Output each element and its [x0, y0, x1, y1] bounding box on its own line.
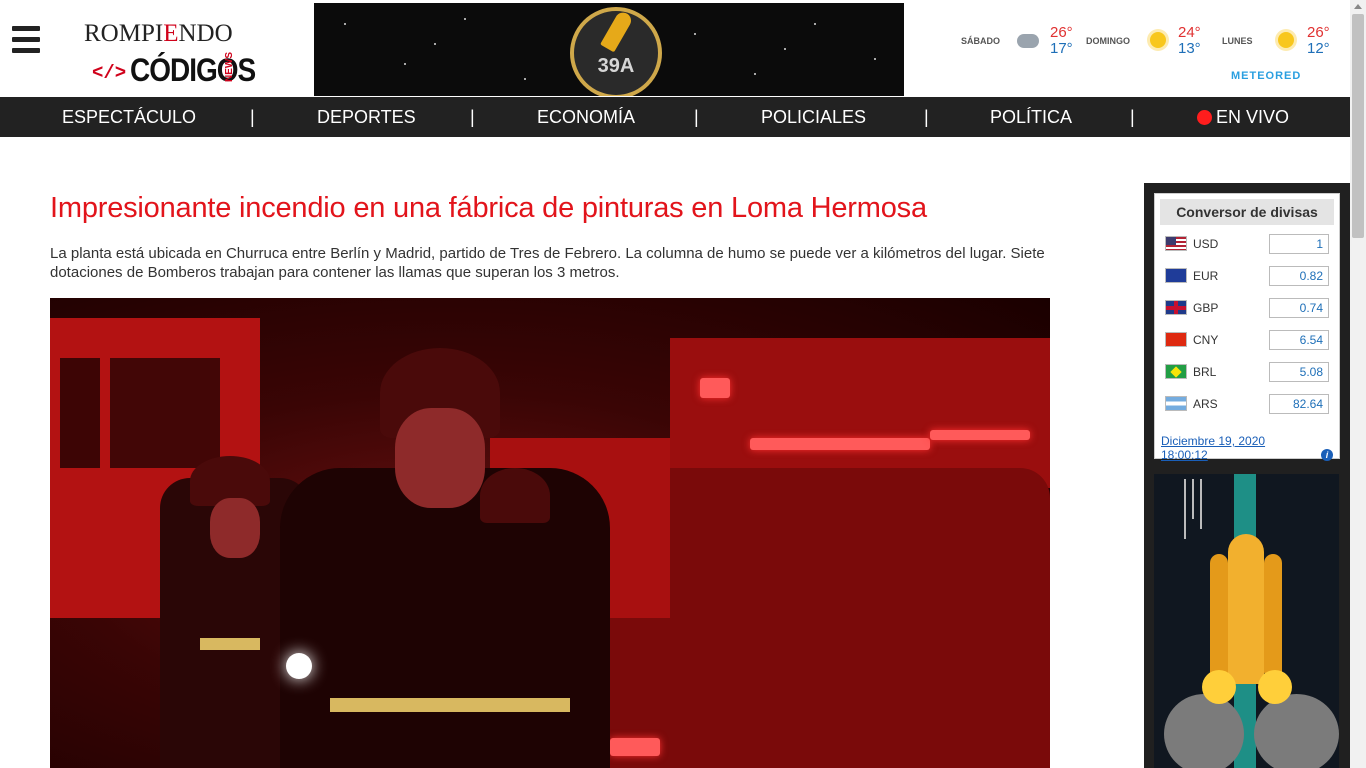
- logo-news: NEWS: [224, 52, 235, 82]
- currency-value-input[interactable]: 0.74: [1269, 298, 1329, 318]
- weather-widget[interactable]: SÁBADO 26° 17° DOMINGO 24° 13° LUNES 26°…: [955, 18, 1335, 88]
- page: ROMPIENDO </> CÓDIGOS NEWS 39A SÁBADO 26…: [0, 0, 1366, 768]
- nav-separator: |: [924, 107, 929, 127]
- nav-item-policiales[interactable]: POLICIALES: [761, 97, 866, 137]
- currency-converter: Conversor de divisas USD 1 EUR 0.82 GBP …: [1154, 193, 1340, 462]
- weather-day-1: SÁBADO: [961, 36, 1001, 46]
- nav-item-politica[interactable]: POLÍTICA: [990, 97, 1072, 137]
- site-logo[interactable]: ROMPIENDO </> CÓDIGOS NEWS: [82, 8, 256, 88]
- menu-icon[interactable]: [12, 26, 40, 56]
- logo-line2: CÓDIGOS: [130, 52, 256, 88]
- currency-row: EUR 0.82: [1165, 266, 1330, 286]
- logo-code-glyph: </>: [92, 62, 127, 84]
- currency-value-input[interactable]: 0.82: [1269, 266, 1329, 286]
- weather-low-3: 12°: [1307, 40, 1330, 57]
- currency-value-input[interactable]: 1: [1269, 234, 1329, 254]
- nav-separator: |: [250, 107, 255, 127]
- uk-flag-icon: [1165, 300, 1187, 315]
- currency-row: CNY 6.54: [1165, 330, 1330, 350]
- nav-separator: |: [1130, 107, 1135, 127]
- shuttle-icon: [1228, 534, 1264, 684]
- weather-high-1: 26°: [1050, 24, 1073, 41]
- currency-code: USD: [1193, 237, 1219, 251]
- converter-date-link[interactable]: Diciembre 19, 2020 18:00:12: [1161, 434, 1265, 462]
- nav-separator: |: [470, 107, 475, 127]
- nav-separator: |: [694, 107, 699, 127]
- currency-row: BRL 5.08: [1165, 362, 1330, 382]
- weather-high-3: 26°: [1307, 24, 1330, 41]
- currency-code: CNY: [1193, 333, 1219, 347]
- header-banner-ad[interactable]: 39A: [314, 3, 904, 96]
- nav-live-label: EN VIVO: [1216, 107, 1290, 127]
- badge-text: 39A: [597, 55, 635, 77]
- sun-icon: [1150, 28, 1172, 50]
- cn-flag-icon: [1165, 332, 1187, 347]
- flashlight: [286, 653, 312, 679]
- currency-code: EUR: [1193, 269, 1219, 283]
- currency-code: ARS: [1193, 397, 1218, 411]
- weather-high-2: 24°: [1178, 24, 1201, 41]
- currency-row: ARS 82.64: [1165, 394, 1330, 414]
- article-title: Impresionante incendio en una fábrica de…: [50, 192, 927, 224]
- logo-line1: ROMPIENDO: [84, 20, 233, 47]
- currency-row: USD 1: [1165, 234, 1330, 254]
- ar-flag-icon: [1165, 396, 1187, 411]
- br-flag-icon: [1165, 364, 1187, 379]
- converter-date: Diciembre 19, 2020: [1161, 434, 1266, 448]
- weather-day-2: DOMINGO: [1086, 36, 1130, 46]
- currency-row: GBP 0.74: [1165, 298, 1330, 318]
- mission-badge-icon: 39A: [570, 7, 662, 96]
- currency-value-input[interactable]: 6.54: [1269, 330, 1329, 350]
- weather-low-1: 17°: [1050, 40, 1073, 57]
- scroll-thumb[interactable]: [1352, 14, 1364, 238]
- live-dot-icon: [1197, 110, 1212, 125]
- weather-day-3: LUNES: [1222, 36, 1253, 46]
- main-nav: ESPECTÁCULO | DEPORTES | ECONOMÍA | POLI…: [0, 97, 1350, 137]
- article-photo[interactable]: [50, 298, 1050, 768]
- meteored-link[interactable]: METEORED: [1231, 70, 1301, 82]
- scroll-up-icon[interactable]: [1354, 4, 1362, 9]
- us-flag-icon: [1165, 236, 1187, 251]
- site-header: ROMPIENDO </> CÓDIGOS NEWS 39A SÁBADO 26…: [0, 0, 1350, 97]
- currency-code: GBP: [1193, 301, 1219, 315]
- info-icon[interactable]: i: [1321, 449, 1333, 461]
- converter-title: Conversor de divisas: [1160, 199, 1334, 225]
- weather-low-2: 13°: [1178, 40, 1201, 57]
- sidebar: Conversor de divisas USD 1 EUR 0.82 GBP …: [1144, 183, 1350, 768]
- currency-value-input[interactable]: 5.08: [1269, 362, 1329, 382]
- rain-cloud-icon: [1017, 28, 1039, 50]
- sidebar-ad[interactable]: [1154, 474, 1339, 768]
- nav-item-espectaculo[interactable]: ESPECTÁCULO: [62, 97, 196, 137]
- article-lead: La planta está ubicada en Churruca entre…: [50, 245, 1045, 281]
- nav-item-economia[interactable]: ECONOMÍA: [537, 97, 635, 137]
- converter-time: 18:00:12: [1161, 448, 1208, 462]
- nav-item-en-vivo[interactable]: EN VIVO: [1197, 97, 1289, 137]
- sun-icon: [1278, 28, 1300, 50]
- page-scrollbar[interactable]: [1350, 0, 1366, 768]
- eu-flag-icon: [1165, 268, 1187, 283]
- nav-item-deportes[interactable]: DEPORTES: [317, 97, 416, 137]
- currency-value-input[interactable]: 82.64: [1269, 394, 1329, 414]
- currency-code: BRL: [1193, 365, 1217, 379]
- rocket-icon: [600, 9, 634, 53]
